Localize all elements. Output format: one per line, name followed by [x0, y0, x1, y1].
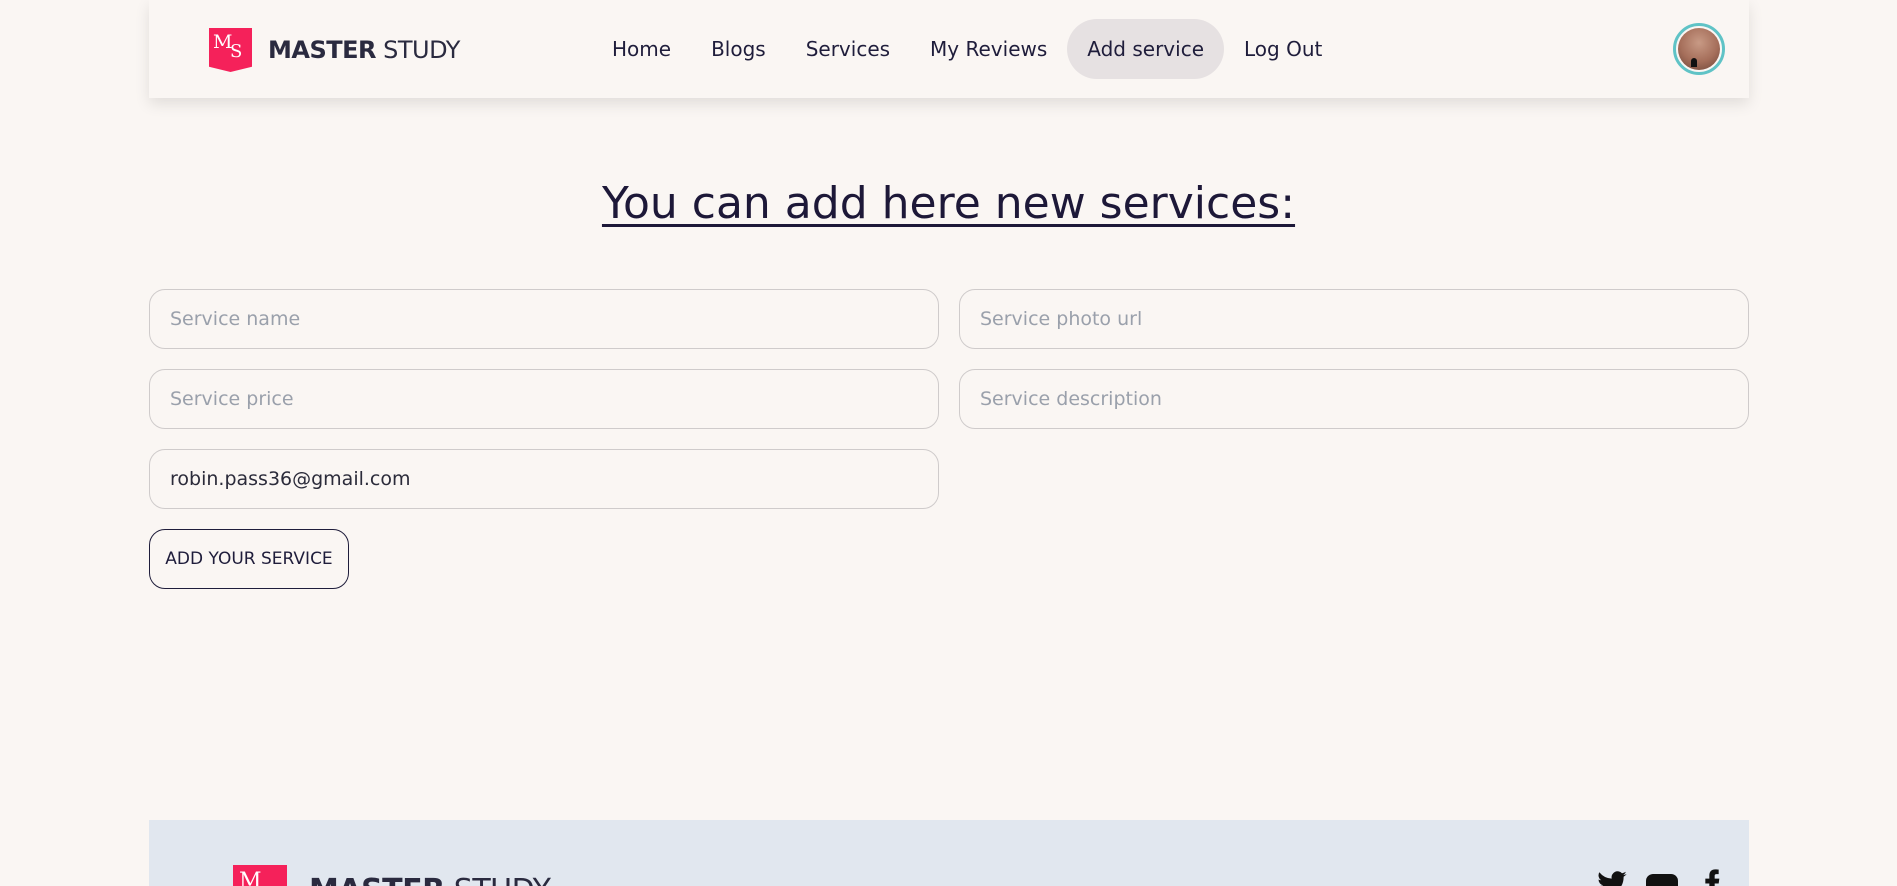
- youtube-icon-shape: [1646, 874, 1678, 886]
- footer-logo[interactable]: M MASTER STUDY: [233, 865, 551, 886]
- service-description-input[interactable]: [959, 369, 1749, 429]
- logo-badge-icon: M S: [209, 28, 252, 72]
- brand-name-bold: MASTER: [268, 36, 377, 64]
- avatar[interactable]: [1673, 23, 1725, 75]
- brand-name-light: STUDY: [376, 36, 460, 64]
- brand-logo[interactable]: M S MASTER STUDY: [209, 28, 460, 72]
- footer-brand-name-light: STUDY: [445, 873, 551, 886]
- email-field[interactable]: [149, 449, 939, 509]
- social-links: [1596, 868, 1728, 886]
- logo-badge-s: S: [230, 41, 243, 62]
- service-name-input[interactable]: [149, 289, 939, 349]
- nav-blogs[interactable]: Blogs: [691, 19, 786, 79]
- page-title-text: You can add here new services:: [601, 178, 1296, 229]
- nav-links: Home Blogs Services My Reviews Add servi…: [592, 19, 1342, 79]
- footer: M MASTER STUDY: [149, 820, 1749, 886]
- service-photo-url-input[interactable]: [959, 289, 1749, 349]
- footer-brand-name: MASTER STUDY: [309, 873, 551, 886]
- navbar: M S MASTER STUDY Home Blogs Services My …: [149, 0, 1749, 98]
- add-service-button[interactable]: ADD YOUR SERVICE: [149, 529, 349, 589]
- page: M S MASTER STUDY Home Blogs Services My …: [0, 0, 1897, 886]
- youtube-icon[interactable]: [1646, 868, 1678, 886]
- page-title: You can add here new services:: [0, 178, 1897, 229]
- footer-brand-name-bold: MASTER: [309, 873, 445, 886]
- nav-add-service[interactable]: Add service: [1067, 19, 1224, 79]
- footer-logo-badge-m: M: [239, 869, 262, 886]
- footer-logo-badge-icon: M: [233, 865, 287, 886]
- nav-my-reviews[interactable]: My Reviews: [910, 19, 1067, 79]
- brand-name: MASTER STUDY: [268, 36, 460, 64]
- nav-log-out[interactable]: Log Out: [1224, 19, 1342, 79]
- avatar-image: [1678, 28, 1720, 70]
- service-price-input[interactable]: [149, 369, 939, 429]
- twitter-icon[interactable]: [1596, 868, 1628, 886]
- nav-services[interactable]: Services: [786, 19, 910, 79]
- nav-home[interactable]: Home: [592, 19, 691, 79]
- facebook-icon[interactable]: [1696, 868, 1728, 886]
